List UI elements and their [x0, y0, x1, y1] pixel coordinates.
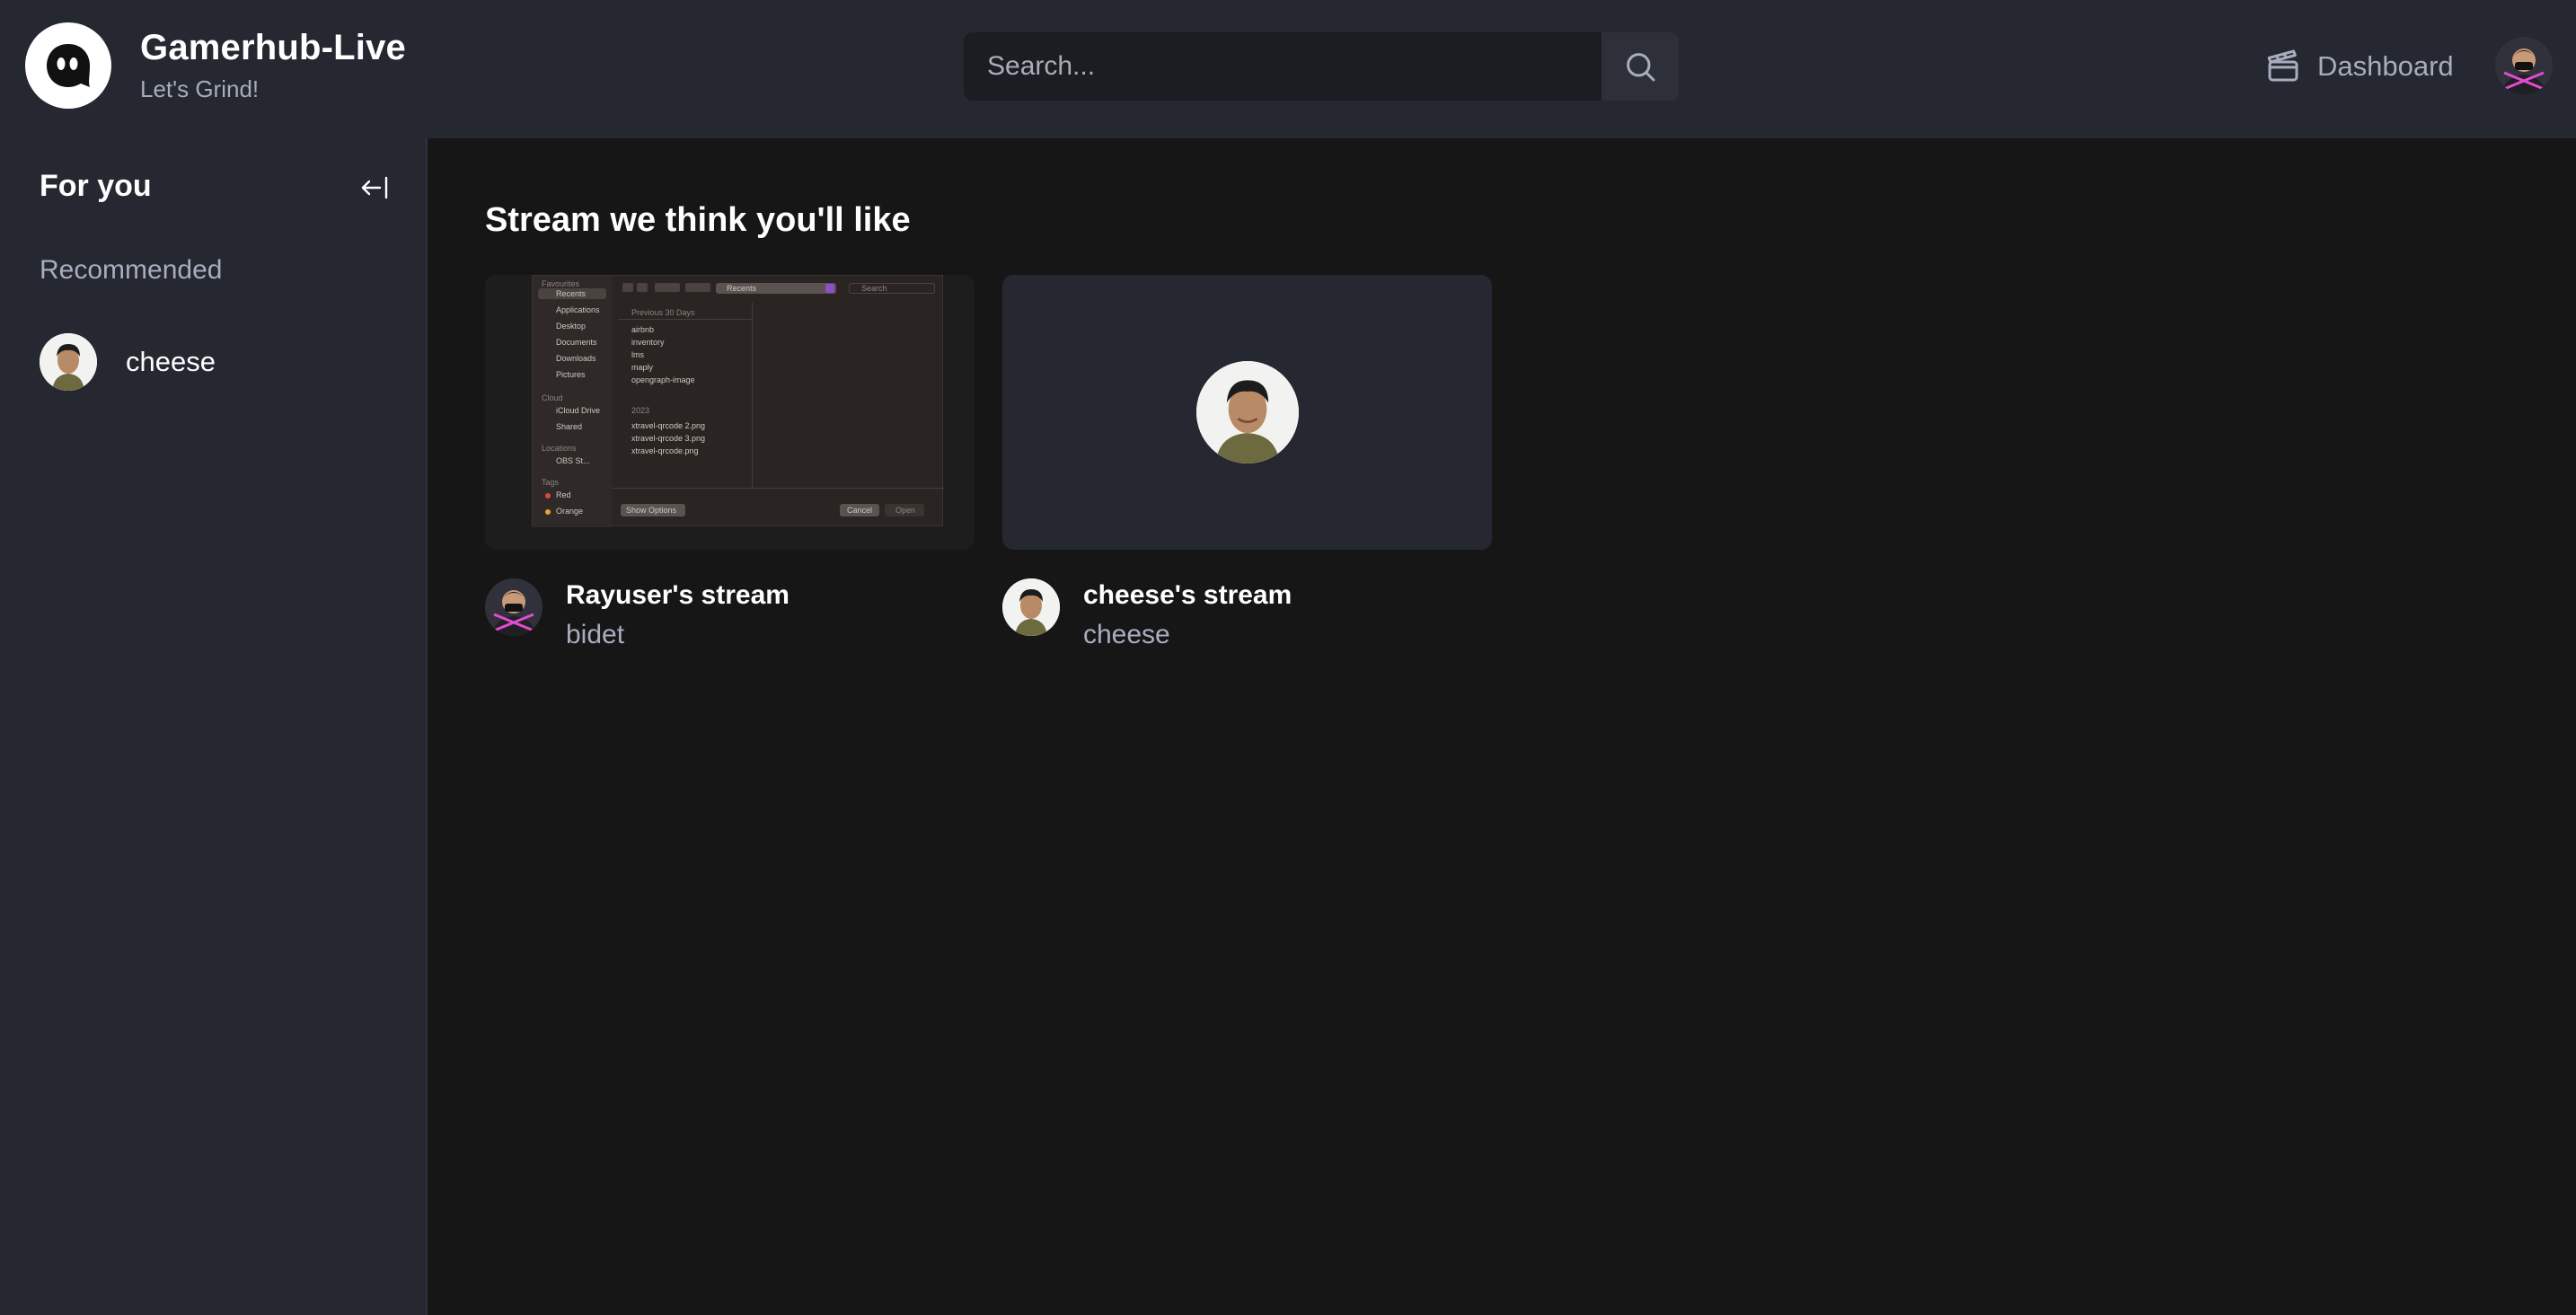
- stream-username: bidet: [566, 620, 625, 649]
- search-button[interactable]: [1601, 32, 1679, 101]
- stream-card-text: Rayuser's stream bidet: [566, 580, 790, 650]
- avatar-image: [2495, 37, 2553, 94]
- collapse-sidebar-button[interactable]: [359, 174, 390, 201]
- user-avatar-button[interactable]: [2495, 37, 2553, 94]
- capture-text: Search: [861, 284, 887, 293]
- top-navbar: Gamerhub-Live Let's Grind! Dashboard: [0, 0, 2576, 138]
- dashboard-label: Dashboard: [2317, 50, 2454, 82]
- dashboard-link[interactable]: Dashboard: [2265, 45, 2454, 88]
- capture-text: Favourites: [542, 279, 580, 288]
- search-icon: [1627, 53, 1655, 82]
- capture-text: Cancel: [847, 506, 873, 515]
- capture-text: OBS St...: [556, 456, 590, 465]
- sidebar-heading: For you: [40, 169, 152, 203]
- stream-card[interactable]: Favourites Recents Applications Desktop …: [485, 275, 975, 650]
- capture-text: opengraph-image: [631, 375, 695, 384]
- recommended-label: Recommended: [40, 255, 223, 285]
- capture-text: Shared: [556, 422, 583, 431]
- stream-title: Rayuser's stream: [566, 580, 790, 610]
- capture-text: 2023: [631, 406, 650, 415]
- stream-card-meta: cheese's stream cheese: [1002, 578, 1492, 650]
- stream-thumbnail: [1002, 275, 1492, 550]
- capture-text: Recents: [727, 284, 757, 293]
- capture-text: xtravel-qrcode 3.png: [631, 434, 706, 443]
- capture-text: Previous 30 Days: [631, 308, 695, 317]
- sidebar: For you Recommended cheese: [0, 138, 428, 1315]
- page-title: Stream we think you'll like: [485, 201, 911, 239]
- capture-text: inventory: [631, 338, 665, 347]
- avatar: [485, 578, 543, 636]
- avatar: [1002, 578, 1060, 636]
- brand-text: Gamerhub-Live Let's Grind!: [140, 28, 406, 103]
- capture-text: Show Options: [626, 506, 677, 515]
- stream-card-meta: Rayuser's stream bidet: [485, 578, 975, 650]
- brand-subtitle: Let's Grind!: [140, 75, 260, 102]
- capture-text: Red: [556, 490, 571, 499]
- capture-text: Locations: [542, 444, 577, 453]
- capture-text: Open: [895, 506, 916, 515]
- arrow-left-to-line-icon: [361, 176, 388, 199]
- stream-username: cheese: [1083, 620, 1170, 649]
- sidebar-item-label: cheese: [126, 346, 216, 377]
- capture-text: Pictures: [556, 370, 586, 379]
- search-input[interactable]: [964, 32, 1601, 101]
- capture-text: Cloud: [542, 393, 563, 402]
- avatar: [40, 333, 97, 391]
- stream-thumbnail: Favourites Recents Applications Desktop …: [485, 275, 975, 550]
- capture-text: airbnb: [631, 325, 655, 334]
- capture-text: Documents: [556, 338, 597, 347]
- clapperboard-icon: [2267, 49, 2298, 82]
- avatar: [1196, 361, 1299, 463]
- stream-card[interactable]: cheese's stream cheese: [1002, 275, 1492, 650]
- capture-text: xtravel-qrcode.png: [631, 446, 699, 455]
- brand-title: Gamerhub-Live: [140, 28, 406, 67]
- capture-text: xtravel-qrcode 2.png: [631, 421, 706, 430]
- ghost-logo-icon: [25, 22, 111, 109]
- brand-link[interactable]: Gamerhub-Live Let's Grind!: [25, 22, 406, 109]
- capture-text: Orange: [556, 507, 584, 516]
- capture-text: Applications: [556, 305, 600, 314]
- capture-text: iCloud Drive: [556, 406, 601, 415]
- search-bar: [964, 32, 1679, 101]
- capture-text: Recents: [556, 289, 587, 298]
- stream-title: cheese's stream: [1083, 580, 1292, 610]
- stream-card-text: cheese's stream cheese: [1083, 580, 1292, 650]
- capture-text: maply: [631, 363, 654, 372]
- capture-text: Desktop: [556, 322, 587, 331]
- capture-text: lms: [631, 350, 644, 359]
- capture-text: Downloads: [556, 354, 596, 363]
- capture-text: Tags: [542, 478, 560, 487]
- sidebar-item-cheese[interactable]: cheese: [40, 333, 216, 391]
- thumbnail-screen-capture: Favourites Recents Applications Desktop …: [532, 275, 944, 527]
